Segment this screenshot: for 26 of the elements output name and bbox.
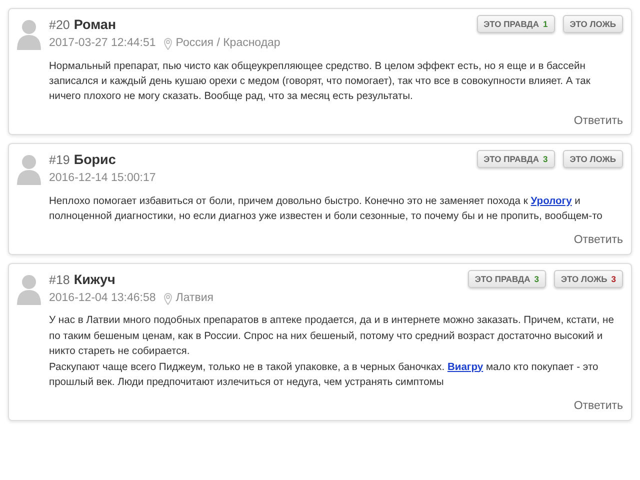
inline-link[interactable]: Виагру (447, 362, 484, 372)
true-vote-button[interactable]: ЭТО ПРАВДА 3 (468, 270, 546, 288)
comment-date: 2016-12-14 15:00:17 (49, 171, 156, 186)
true-vote-button[interactable]: ЭТО ПРАВДА 3 (476, 150, 555, 168)
author-name: Кижуч (74, 270, 116, 289)
false-vote-button[interactable]: ЭТО ЛОЖЬ (562, 15, 623, 34)
true-vote-button[interactable]: ЭТО ПРАВДА 1 (476, 15, 555, 34)
comment-text: Раскупают чаще всего Пиджеум, только не в такой упаковке, а в черных баночках. Виагру мало кто покупает - это прошлый век. Люди предпочитают излечиться от недуга, чем устранять симптомы (48, 360, 600, 390)
comment-date: 2017-03-27 12:44:51 (49, 36, 156, 52)
comment-text: Неплохо помогает избавиться от боли, причем довольно быстро. Конечно это не заменяет похода к Урологу и полноценной диагностики, но если диагноз уже известен и боли сезонные, то почему бы и не пропить, вообщем-то (48, 194, 604, 224)
comment-number: #18 (49, 272, 70, 289)
comment-date: 2016-12-04 13:46:58 (49, 290, 156, 306)
comment-location: Россия / Краснодар (176, 36, 280, 52)
comment-number: #19 (49, 152, 70, 170)
reply-link[interactable]: Ответить (574, 112, 623, 130)
reply-link[interactable]: Ответить (574, 398, 623, 416)
inline-link[interactable]: Урологу (530, 196, 572, 207)
false-vote-button[interactable]: ЭТО ЛОЖЬ 3 (554, 270, 623, 288)
comment-location: Латвия (176, 290, 214, 306)
reply-link[interactable]: Ответить (574, 232, 623, 250)
comment-number: #20 (49, 17, 70, 34)
comment-text: У нас в Латвии много подобных препаратов в аптеке продается, да и в интернете можно заказать. Причем, кстати, не по таким бешеным ценам, как в России. Спрос на них бешеный, потому что средний возраст достаточно высокий и никто стареть не собирается. (48, 314, 615, 360)
author-name: Роман (74, 16, 116, 34)
false-vote-button[interactable]: ЭТО ЛОЖЬ (562, 150, 623, 168)
author-name: Борис (74, 151, 116, 170)
comment-text: Нормальный препарат, пью чисто как общеукрепляющее средство. В целом эффект есть, но я еще и в бассейн записался и каждый день кушаю орехи с медом (говорят, что помогает), так что все в совокупности влияет. А так ничего плохого не могу сказать. Вообще рад, что за месяц есть результаты. (48, 60, 592, 104)
